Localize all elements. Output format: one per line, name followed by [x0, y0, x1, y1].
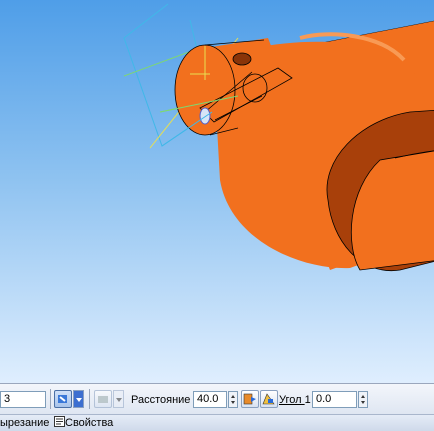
separator [50, 389, 51, 409]
distance-label: Расстояние 1 [131, 394, 200, 407]
direction-flip-icon[interactable] [241, 390, 259, 408]
cut-extrude-glyph [58, 395, 67, 403]
top-hole [232, 52, 252, 66]
3d-viewport[interactable] [0, 0, 434, 383]
direction-dropdown[interactable] [113, 390, 124, 408]
side-hole [199, 107, 211, 125]
angle-label-number: 1 [304, 394, 311, 406]
tab-properties[interactable]: Свойства [54, 416, 113, 430]
angle-icon[interactable] [260, 390, 278, 408]
distance-input[interactable]: 40.0 [193, 391, 227, 408]
tab-properties-label: Свойства [65, 417, 114, 429]
left-field[interactable]: 3 [0, 391, 46, 408]
cut-extrude-icon[interactable] [54, 390, 72, 408]
angle-label: Угол 1 [279, 394, 311, 407]
angle-input[interactable]: 0.0 [312, 391, 357, 408]
operation-type-dropdown[interactable] [73, 390, 84, 408]
angle-spinner[interactable] [358, 391, 368, 408]
distance-spinner[interactable] [228, 391, 238, 408]
tab-cut[interactable]: ырезание [0, 416, 49, 430]
operation-toolbar: 3 Расстояние 1 40.0 Угол 1 0.0 [0, 383, 434, 414]
angle-glyph [262, 393, 275, 405]
panel-tabs: ырезание Свойства [0, 414, 434, 431]
angle-label-text: Угол [279, 394, 305, 406]
model-scene [123, 3, 434, 272]
distance-label-text: Расстояние [131, 394, 194, 406]
reverse-direction-icon[interactable] [94, 390, 112, 408]
direction-flip-glyph [243, 393, 256, 405]
properties-icon [54, 416, 65, 427]
separator [89, 389, 90, 409]
reverse-direction-glyph [98, 396, 108, 403]
